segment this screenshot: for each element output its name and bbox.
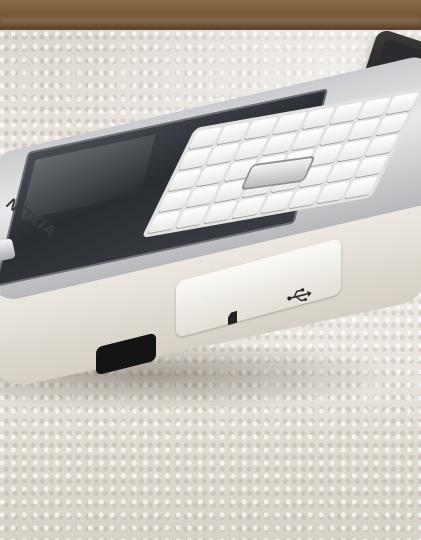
keyboard-key: [175, 205, 210, 229]
photo-scene: NOKIA: [0, 0, 421, 540]
keyboard-key: [147, 210, 182, 234]
keyboard-key: [203, 200, 238, 224]
keyboard-key: [259, 191, 294, 214]
keyboard-key: [287, 186, 322, 209]
nokia-phone: NOKIA: [0, 0, 421, 540]
keyboard-key: [231, 195, 266, 219]
keyboard-key: [316, 181, 350, 204]
